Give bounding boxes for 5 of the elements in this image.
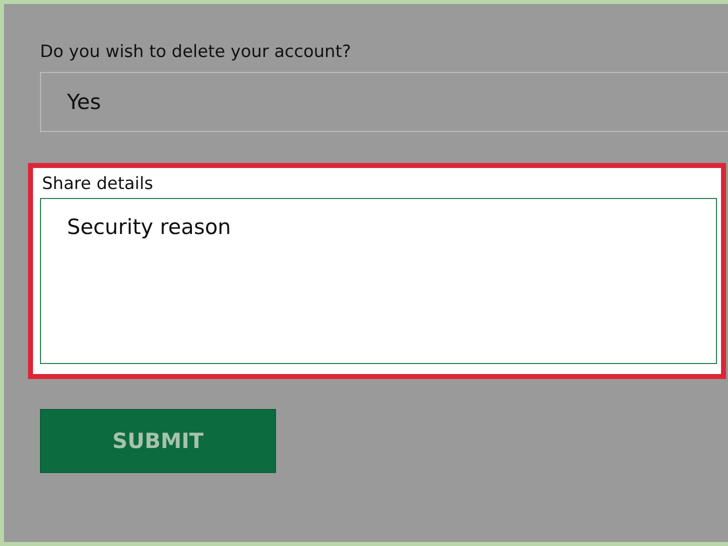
details-text-area[interactable]: Security reason — [40, 198, 717, 364]
question-label: Do you wish to delete your account? — [40, 42, 352, 64]
answer-dropdown[interactable]: Yes — [40, 72, 728, 132]
submit-button[interactable]: SUBMIT — [40, 409, 276, 473]
details-label: Share details — [41, 174, 154, 196]
